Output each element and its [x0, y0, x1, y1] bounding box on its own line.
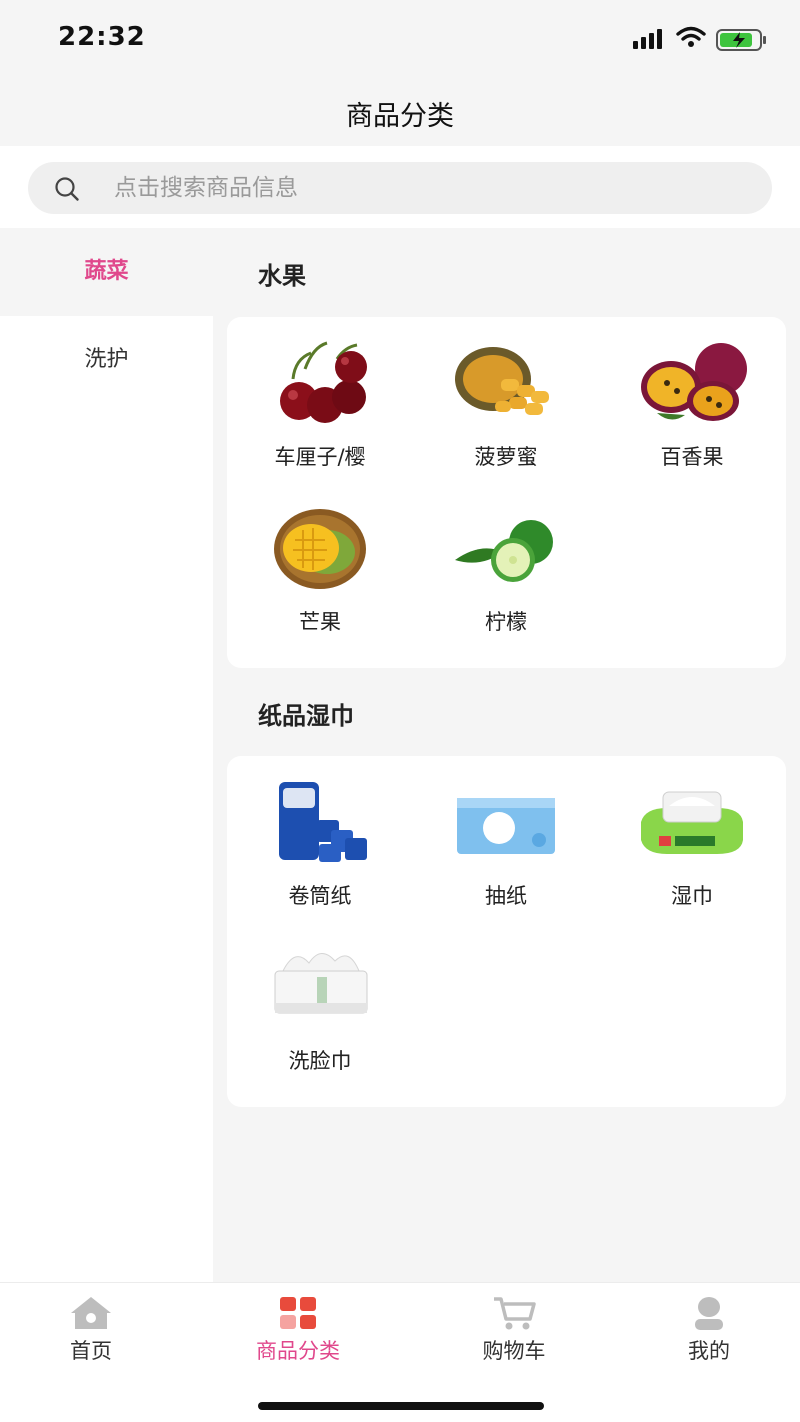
search-input[interactable] [114, 162, 734, 214]
product-cell-cherry[interactable]: 车厘子/樱 [227, 317, 413, 482]
tissue-box-icon [457, 798, 555, 854]
passionfruit-icon [641, 343, 747, 421]
page-title: 商品分类 [346, 101, 454, 132]
wet-wipes-icon [641, 791, 743, 854]
product-cell-toilet-roll[interactable]: 卷筒纸 [227, 756, 413, 921]
product-cell-mango[interactable]: 芒果 [227, 482, 413, 647]
tab-label: 商品分类 [256, 1339, 340, 1363]
home-icon [71, 1297, 111, 1329]
face-towel-icon [274, 953, 368, 1014]
profile-icon [695, 1297, 723, 1330]
tab-label: 首页 [70, 1339, 112, 1363]
product-label: 芒果 [299, 610, 341, 634]
tab-home[interactable]: 首页 [0, 1283, 191, 1383]
category-icon [280, 1297, 316, 1329]
search-icon [55, 177, 79, 201]
sidebar-item-vegetables[interactable]: 蔬菜 [0, 228, 213, 316]
cellular-signal-icon [633, 29, 662, 49]
bottom-tab-bar: 首页 商品分类 购物车 我的 [0, 1282, 800, 1422]
tab-category[interactable]: 商品分类 [198, 1283, 398, 1383]
category-sidebar: 蔬菜 洗护 [0, 228, 213, 1282]
fruit-card: 车厘子/樱 菠萝蜜 百香果 芒果 柠檬 [227, 317, 786, 668]
cherry-icon [280, 341, 367, 423]
status-time: 22:32 [58, 22, 146, 52]
page-header: 商品分类 [0, 80, 800, 146]
product-cell-lime[interactable]: 柠檬 [413, 482, 599, 647]
product-label: 百香果 [660, 445, 724, 469]
product-cell-jackfruit[interactable]: 菠萝蜜 [413, 317, 599, 482]
tab-cart[interactable]: 购物车 [414, 1283, 614, 1383]
product-label: 抽纸 [485, 884, 527, 908]
lime-icon [455, 520, 553, 582]
product-label: 湿巾 [671, 884, 713, 908]
product-label: 柠檬 [485, 610, 527, 634]
product-label: 卷筒纸 [288, 884, 352, 908]
paper-card: 卷筒纸 抽纸 湿巾 洗脸巾 [227, 756, 786, 1107]
product-label: 洗脸巾 [288, 1049, 352, 1073]
section-title-paper: 纸品湿巾 [258, 702, 354, 730]
jackfruit-icon [455, 347, 549, 415]
section-title-fruit: 水果 [258, 262, 306, 290]
mango-icon [274, 509, 366, 589]
battery-icon [716, 29, 766, 51]
status-bar: 22:32 [0, 0, 800, 80]
product-cell-tissue-box[interactable]: 抽纸 [413, 756, 599, 921]
tab-label: 购物车 [482, 1339, 546, 1363]
product-cell-wet-wipes[interactable]: 湿巾 [599, 756, 785, 921]
wifi-icon [676, 26, 706, 47]
product-label: 菠萝蜜 [474, 445, 538, 469]
tab-label: 我的 [688, 1339, 730, 1363]
home-indicator[interactable] [258, 1402, 544, 1410]
tab-profile[interactable]: 我的 [609, 1283, 800, 1383]
sidebar-item-personal-care[interactable]: 洗护 [0, 316, 213, 404]
toilet-roll-icon [279, 782, 367, 862]
product-label: 车厘子/樱 [274, 445, 366, 469]
category-content: 水果 车厘子/樱 菠萝蜜 百香果 芒果 柠檬 纸品湿巾 卷筒纸 抽纸 湿巾 洗脸… [213, 228, 800, 1282]
search-bar [0, 146, 800, 228]
product-cell-passionfruit[interactable]: 百香果 [599, 317, 785, 482]
product-cell-face-towel[interactable]: 洗脸巾 [227, 921, 413, 1086]
search-box[interactable] [28, 162, 772, 214]
cart-icon [494, 1297, 536, 1330]
